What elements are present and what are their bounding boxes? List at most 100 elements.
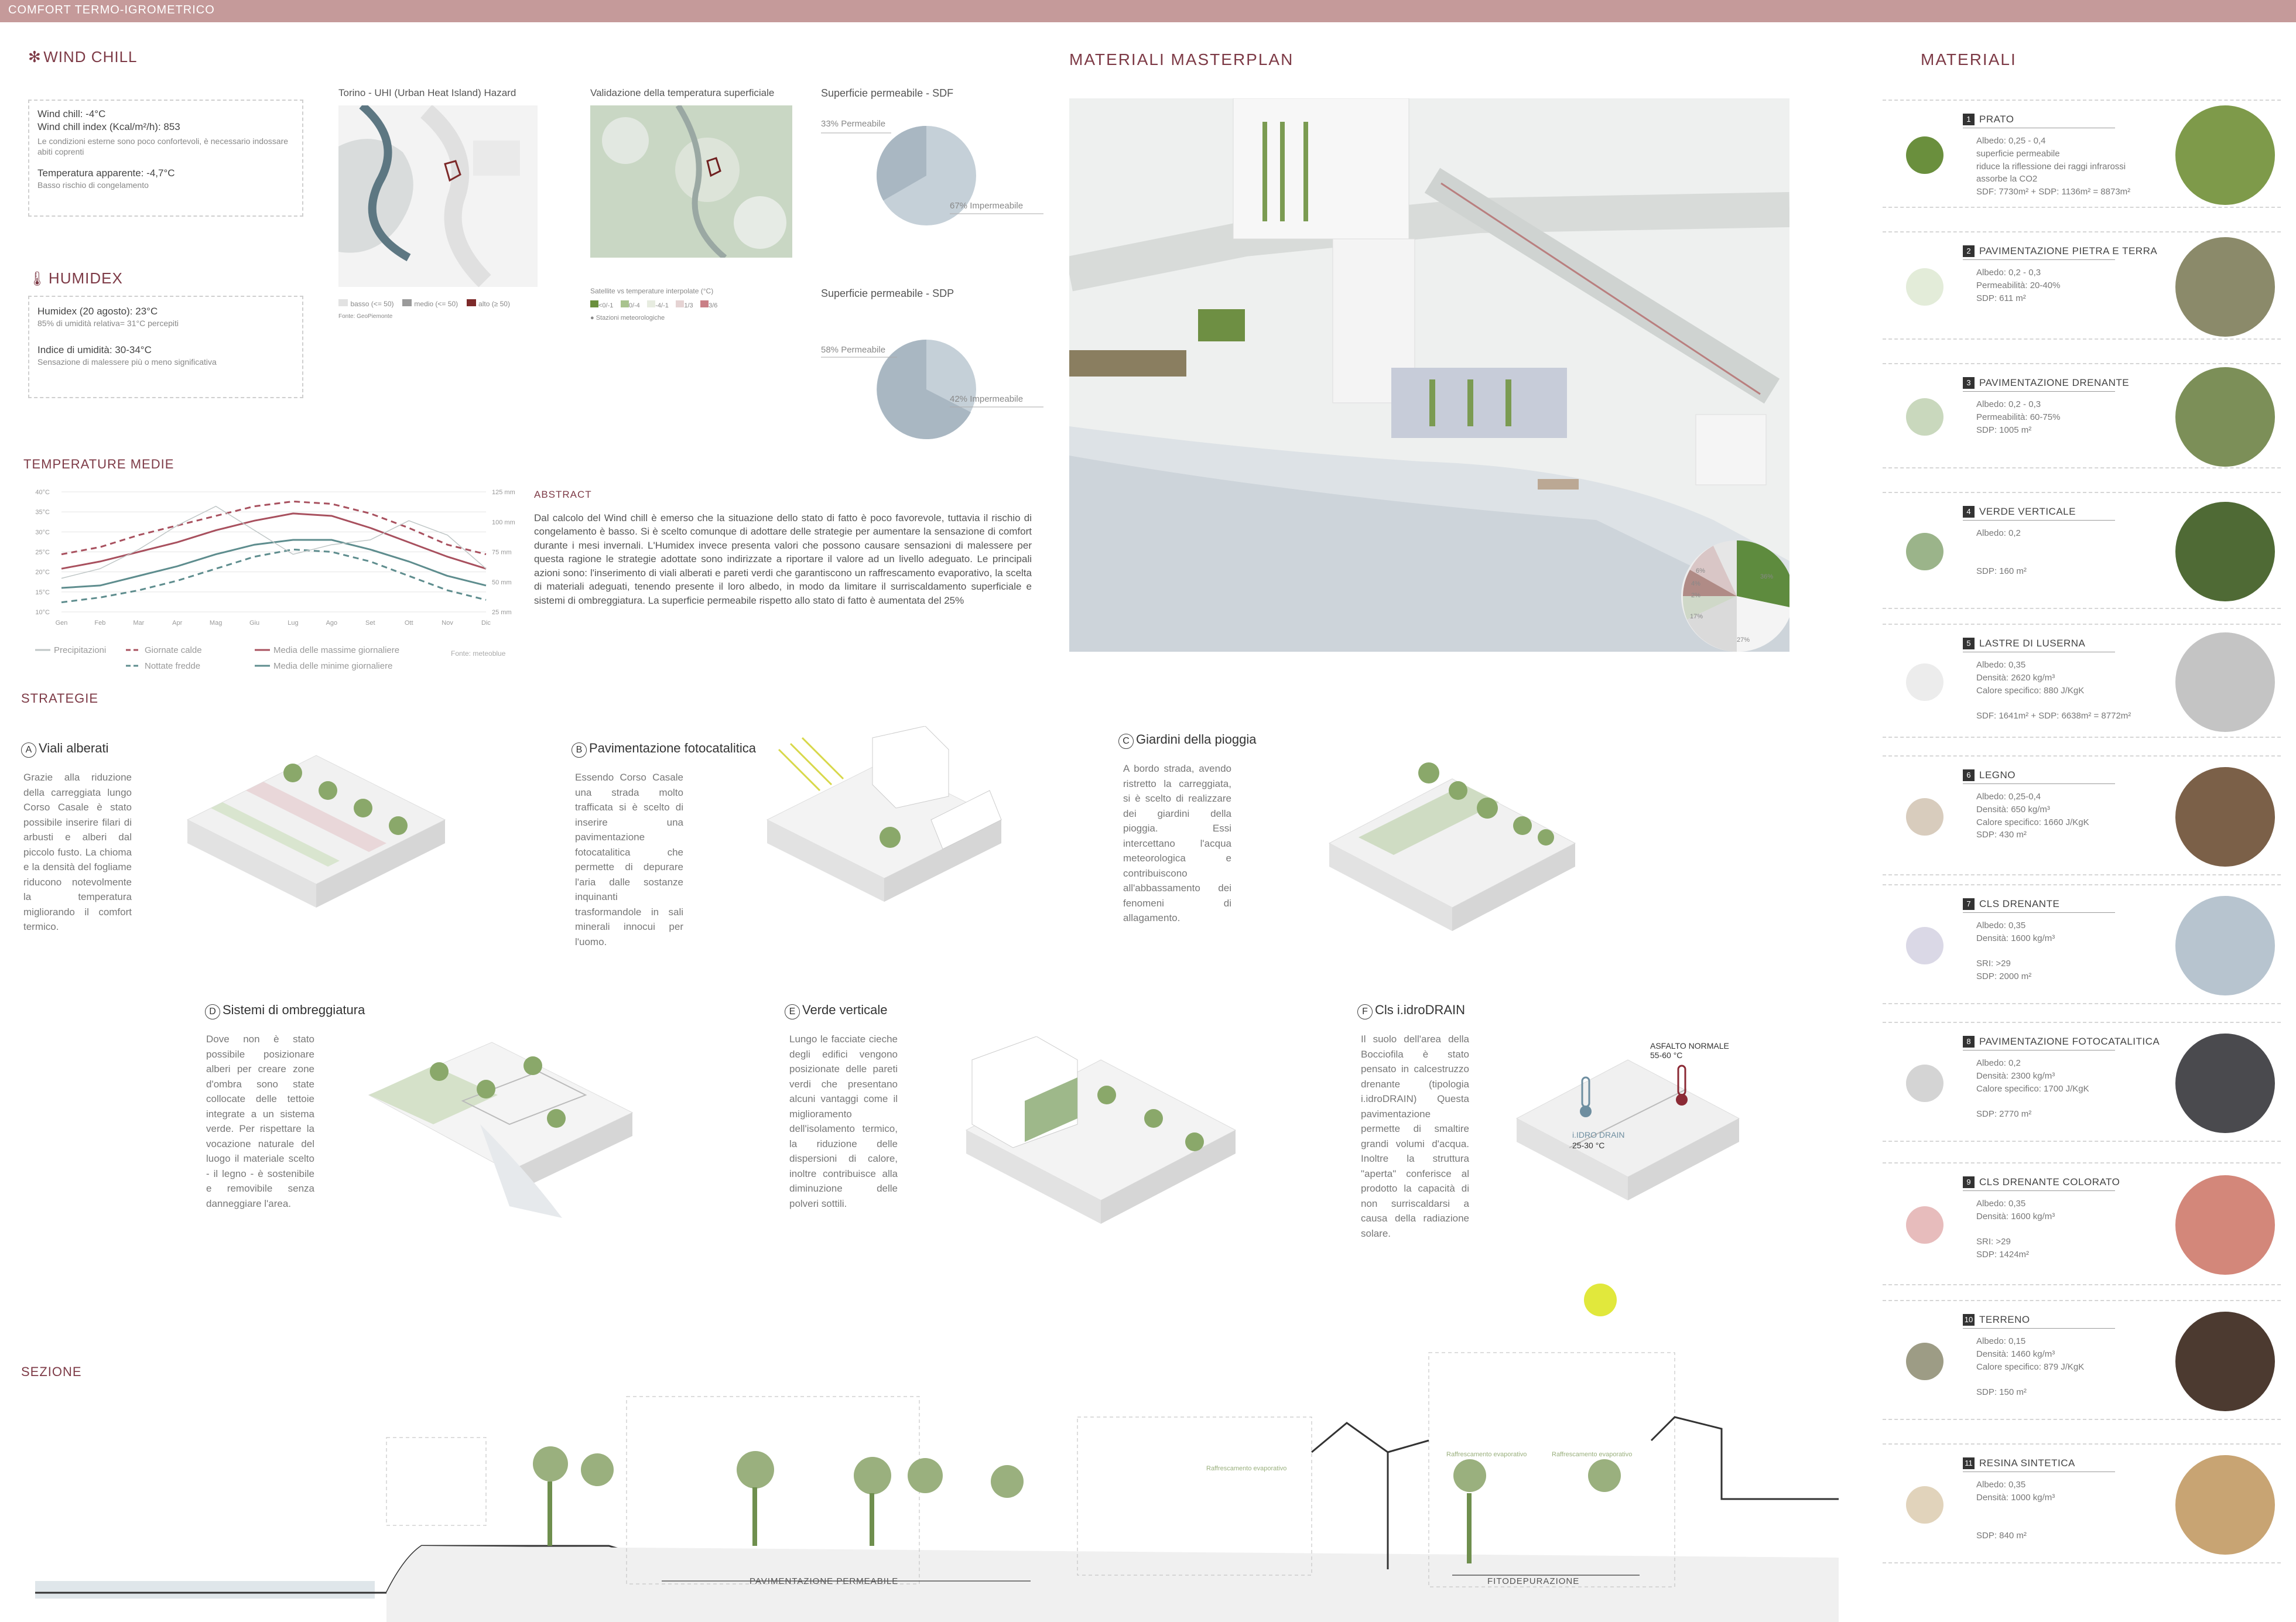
material-color-dot [1906,268,1943,306]
material-color-dot [1906,798,1943,836]
masterplan-map: 36% 27% 17% 6% 4% 2% [1069,98,1789,652]
strategy-f-heading: F Cls i.idroDRAIN [1357,1002,1465,1019]
masterplan-pie-label-4: 4% [1691,580,1700,587]
strategie-title: STRATEGIE [21,691,99,706]
material-color-dot [1906,1342,1943,1380]
material-number: 6 [1963,769,1975,781]
sdf-label-permeable: 33% Permeabile [821,119,886,129]
strategy-f-letter: F [1357,1004,1373,1019]
material-props: Albedo: 0,2 Densità: 2300 kg/m³ Calore s… [1976,1058,2089,1119]
material-props: Albedo: 0,25 - 0,4 superficie permeabile… [1976,136,2131,197]
material-texture [2175,1311,2275,1411]
material-texture [2175,632,2275,732]
series-line [61,500,487,556]
y-tick-left: 10°C [35,609,50,616]
legend-label: Precipitazioni [54,645,106,655]
uhi-legend-high: alto (≥ 50) [478,300,510,308]
material-texture [2175,895,2275,995]
material-row: 5 LASTRE DI LUSERNA Albedo: 0,35 Densità: … [1883,624,2281,738]
valid-station-label: Stazioni meteorologiche [596,314,665,321]
temps-chart: 40°C 35°C 30°C 25°C 20°C 15°C 10°C 125 mm 100 mm… [23,486,521,673]
material-color-dot [1906,1486,1943,1524]
x-tick: Nov [442,620,453,627]
valid-legend: Satellite vs temperature interpolate (°C… [590,287,792,322]
material-row: 8 PAVIMENTAZIONE FOTOCATALITICA Albedo: 0,… [1883,1022,2281,1142]
x-tick: Dic [481,620,491,627]
valid-legend-4: 3/6 [709,302,718,309]
wind-chill-index: Wind chill index (Kcal/m²/h): 853 [37,121,180,133]
material-name: VERDE VERTICALE [1979,506,2076,517]
section-label-phyto: FITODEPURAZIONE [1487,1576,1580,1586]
strategy-d-letter: D [205,1004,220,1019]
strategy-e-illustration [960,1036,1241,1227]
material-number: 2 [1963,245,1975,257]
masterplan-pie: 36% 27% 17% 6% 4% 2% [1678,538,1789,652]
y-tick-left: 40°C [35,489,50,496]
material-number: 10 [1963,1314,1975,1326]
material-row: 10 TERRENO Albedo: 0,15 Densità: 1460 kg/m… [1883,1300,2281,1420]
material-props: Albedo: 0,35 Densità: 1600 kg/m³ SRI: >2… [1976,1199,2055,1260]
header-bar: COMFORT TERMO-IGROMETRICO [0,0,2296,22]
strategy-d-illustration [363,1031,644,1233]
strategy-d-heading: D Sistemi di ombreggiatura [205,1002,365,1019]
material-name: LASTRE DI LUSERNA [1979,638,2086,649]
x-tick: Feb [94,620,105,627]
strategy-a-text: Grazie alla riduzione della carreggiata … [23,772,132,932]
material-number: 11 [1963,1457,1975,1469]
strategy-b-heading: B Pavimentazione fotocatalitica [572,741,756,758]
strategy-f-text: Il suolo dell'area della Bocciofila è st… [1361,1034,1469,1239]
material-texture [2175,237,2275,337]
section-evap-1: Raffrescamento evaporativo [1206,1465,1287,1472]
section-label-permeable: PAVIMENTAZIONE PERMEABILE [750,1576,899,1586]
material-number: 4 [1963,506,1975,518]
material-props: Albedo: 0,15 Densità: 1460 kg/m³ Calore … [1976,1336,2085,1397]
strategy-e-title: Verde verticale [802,1002,888,1017]
temps-title: TEMPERATURE MEDIE [23,457,174,471]
strategy-b-illustration [755,726,1013,928]
strategy-a-heading: A Viali alberati [21,741,108,758]
strategy-e-letter: E [785,1004,800,1019]
legend-label: Media delle minime giornaliere [273,661,392,671]
strategy-f-illustration [1511,1042,1745,1221]
y-tick-right: 50 mm [492,579,512,586]
y-tick-left: 30°C [35,529,50,536]
valid-legend-1: 0/-4 [628,302,640,309]
y-tick-left: 15°C [35,589,50,596]
y-tick-right: 75 mm [492,549,512,556]
material-row: 7 CLS DRENANTE Albedo: 0,35 Densità: 1600 … [1883,884,2281,1004]
material-texture [2175,502,2275,601]
y-tick-right: 25 mm [492,609,512,616]
material-name: LEGNO [1979,769,2016,781]
sdf-pie-chart: 33% Permeabile 67% Impermeabile [821,111,1055,228]
abstract-body: Dal calcolo del Wind chill è emerso che … [534,512,1032,606]
material-number: 8 [1963,1036,1975,1048]
masterplan-title: MATERIALI MASTERPLAN [1069,50,1294,69]
uhi-legend-low: basso (<= 50) [350,300,394,308]
asphalt-temp: 55-60 °C [1650,1050,1683,1060]
strategy-d-title: Sistemi di ombreggiatura [223,1002,365,1017]
y-tick-left: 20°C [35,569,50,576]
freeze-risk: Basso rischio di congelamento [37,180,149,190]
validation-map [590,104,792,260]
y-tick-left: 35°C [35,509,50,516]
material-props: Albedo: 0,35 Densità: 1600 kg/m³ SRI: >2… [1976,920,2055,981]
section-drawing: PAVIMENTAZIONE PERMEABILE FITODEPURAZION… [23,1277,1839,1622]
strategy-b-title: Pavimentazione fotocatalitica [589,741,756,755]
x-tick: Giu [249,620,259,627]
idrodrain-label: i.IDRO DRAIN [1572,1130,1625,1139]
material-texture [2175,766,2275,867]
wind-chill-heading: ✻ WIND CHILL [28,48,138,66]
thermometer-icon: 🌡 [28,271,46,287]
x-tick: Set [365,620,375,627]
abstract-block: ABSTRACT Dal calcolo del Wind chill è em… [534,489,1032,607]
strategy-c-illustration [1323,738,1581,940]
wind-chill-box: Wind chill: -4°C Wind chill index (Kcal/… [28,100,303,217]
strategy-a-title: Viali alberati [39,741,109,755]
series-line [61,548,487,604]
material-color-dot [1906,136,1943,174]
uhi-map [338,102,538,288]
material-color-dot [1906,1064,1943,1102]
material-name: PRATO [1979,114,2014,125]
asphalt-label: ASFALTO NORMALE [1650,1041,1729,1050]
uhi-legend: basso (<= 50) medio (<= 50) alto (≥ 50) … [338,299,538,320]
